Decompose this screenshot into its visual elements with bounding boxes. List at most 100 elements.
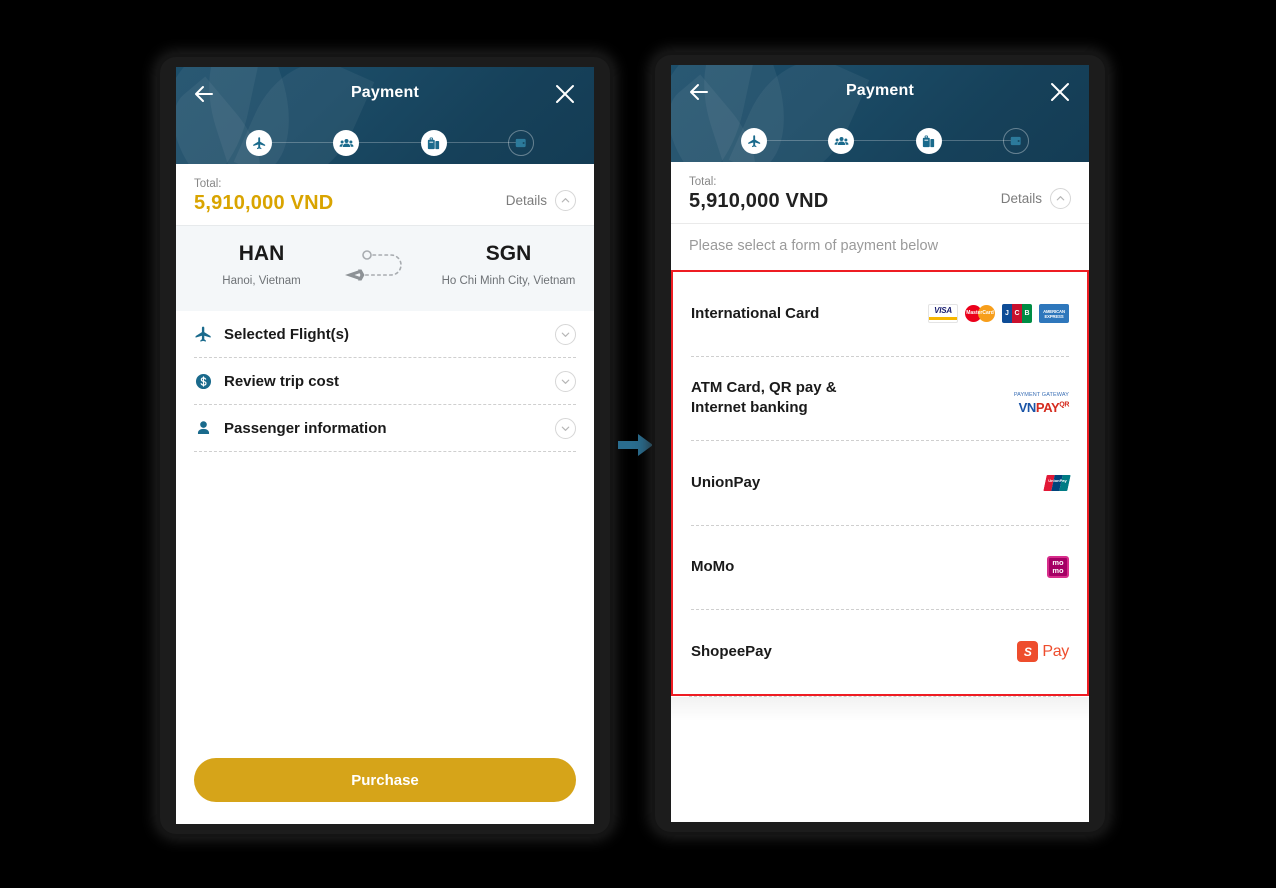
- details-toggle[interactable]: Details: [1001, 188, 1071, 209]
- vnpay-qr: QR: [1059, 401, 1069, 409]
- shopeepay-logo: S Pay: [1017, 641, 1069, 663]
- momo-logo: mo mo: [1047, 556, 1069, 579]
- total-label: Total:: [194, 178, 222, 190]
- arrow-right-icon: [618, 432, 654, 458]
- chevron-down-icon[interactable]: [555, 370, 576, 392]
- step-flight[interactable]: [246, 130, 272, 156]
- payment-method-label: UnionPay: [691, 473, 761, 491]
- details-label: Details: [505, 193, 547, 208]
- payment-method-international-card[interactable]: International Card VISA MasterCard J C B…: [673, 272, 1087, 356]
- vnpay-tagline: PAYMENT GATEWAY: [1013, 391, 1069, 398]
- purchase-area: Purchase: [194, 758, 576, 802]
- app-screen-right: Payment Total: 5,910,000 VND Details Ple…: [671, 65, 1089, 822]
- mastercard-logo: MasterCard: [965, 304, 995, 323]
- airplane-icon: [252, 136, 265, 149]
- close-icon[interactable]: [1047, 79, 1073, 105]
- app-screen-left: Payment Total: 5,910,000 VND Details HAN…: [176, 67, 594, 824]
- total-label: Total:: [689, 176, 717, 188]
- airplane-icon: [194, 325, 224, 344]
- screenshot-canvas: Payment Total: 5,910,000 VND Details HAN…: [0, 0, 1276, 888]
- jcb-letter-b: B: [1022, 304, 1032, 324]
- payment-method-label: MoMo: [691, 558, 735, 576]
- chevron-down-icon[interactable]: [555, 323, 576, 345]
- vnpay-vn: VN: [1018, 399, 1037, 415]
- payment-method-label-line2: Internet banking: [691, 399, 808, 417]
- total-summary-bar: Total: 5,910,000 VND Details: [671, 162, 1089, 223]
- step-flight[interactable]: [741, 128, 767, 154]
- amex-logo: AMERICAN EXPRESS: [1039, 304, 1069, 324]
- chevron-down-icon[interactable]: [555, 417, 576, 439]
- payment-method-shopeepay[interactable]: ShopeePay S Pay: [673, 610, 1087, 694]
- progress-stepper: [741, 120, 1029, 162]
- app-header-right: Payment: [671, 65, 1089, 162]
- chevron-up-icon[interactable]: [1050, 188, 1071, 209]
- divider: [194, 451, 576, 452]
- baggage-icon: [923, 134, 935, 147]
- step-passengers[interactable]: [333, 130, 360, 156]
- destination-code: SGN: [485, 242, 532, 265]
- payment-method-atm-qr-internet-banking[interactable]: ATM Card, QR pay & Internet banking PAYM…: [673, 357, 1087, 441]
- vnpay-wordmark: VNPAYQR: [1014, 399, 1070, 415]
- phone-mockup-left: Payment Total: 5,910,000 VND Details HAN…: [160, 57, 610, 834]
- section-label: Passenger information: [224, 419, 387, 437]
- card-brand-logos: S Pay: [1017, 641, 1069, 663]
- jcb-letter-c: C: [1012, 304, 1022, 324]
- airplane-icon: [747, 134, 760, 147]
- amex-wordmark: AMERICAN EXPRESS: [1043, 308, 1065, 319]
- app-header-left: Payment: [176, 67, 594, 164]
- close-icon[interactable]: [552, 81, 578, 107]
- person-icon: [194, 419, 224, 438]
- purchase-button[interactable]: Purchase: [194, 758, 576, 802]
- details-label: Details: [1000, 191, 1042, 206]
- section-selected-flights[interactable]: Selected Flight(s): [194, 311, 576, 357]
- header-bar: Payment: [176, 67, 594, 122]
- visa-wordmark: VISA: [934, 306, 952, 316]
- payment-method-label: ATM Card, QR pay & Internet banking: [691, 378, 1014, 419]
- vnpay-logo: PAYMENT GATEWAY VNPAYQR: [1013, 383, 1070, 415]
- page-title: Payment: [350, 84, 420, 101]
- step-baggage[interactable]: [915, 128, 942, 154]
- payment-method-list: International Card VISA MasterCard J C B…: [671, 270, 1089, 696]
- section-review-trip-cost[interactable]: Review trip cost: [194, 358, 576, 404]
- origin-city: Hanoi, Vietnam: [222, 275, 301, 287]
- shopee-mark: S: [1017, 641, 1039, 663]
- route-origin: HAN Hanoi, Vietnam: [186, 242, 337, 288]
- payment-method-label: ShopeePay: [691, 642, 772, 660]
- progress-stepper: [246, 122, 534, 164]
- people-icon: [339, 138, 354, 147]
- section-label: Selected Flight(s): [224, 325, 350, 343]
- route-strip: HAN Hanoi, Vietnam SGN Ho Chi Minh City,…: [176, 225, 594, 311]
- details-toggle[interactable]: Details: [506, 190, 576, 211]
- shopee-pay-word: Pay: [1042, 642, 1069, 660]
- baggage-icon: [428, 136, 440, 149]
- destination-city: Ho Chi Minh City, Vietnam: [441, 275, 576, 287]
- step-passengers[interactable]: [828, 128, 855, 154]
- section-label: Review trip cost: [224, 372, 340, 390]
- unionpay-wordmark: UnionPay: [1048, 477, 1067, 483]
- mastercard-wordmark: MasterCard: [966, 310, 994, 317]
- chevron-up-icon[interactable]: [555, 190, 576, 211]
- payment-method-unionpay[interactable]: UnionPay UnionPay: [673, 441, 1087, 525]
- step-baggage[interactable]: [420, 130, 447, 156]
- momo-line2: mo: [1052, 566, 1064, 576]
- visa-gold-bar: [929, 317, 957, 321]
- jcb-logo: J C B: [1002, 304, 1032, 324]
- total-summary-bar: Total: 5,910,000 VND Details: [176, 164, 594, 225]
- payment-method-momo[interactable]: MoMo mo mo: [673, 526, 1087, 610]
- header-bar: Payment: [671, 65, 1089, 120]
- accordion-list: Selected Flight(s) Review trip cost Pass…: [176, 311, 594, 452]
- people-icon: [834, 136, 849, 145]
- round-trip-plane-icon: [337, 242, 433, 296]
- step-payment[interactable]: [507, 130, 534, 156]
- step-payment[interactable]: [1002, 128, 1029, 154]
- jcb-letter-j: J: [1002, 304, 1012, 324]
- payment-method-label-line1: ATM Card, QR pay &: [691, 379, 837, 396]
- payment-method-label: International Card: [691, 304, 820, 322]
- origin-code: HAN: [238, 242, 285, 265]
- unionpay-logo: UnionPay: [1043, 474, 1071, 491]
- payment-hint: Please select a form of payment below: [671, 223, 1089, 270]
- section-passenger-information[interactable]: Passenger information: [194, 405, 576, 451]
- page-title: Payment: [845, 82, 915, 99]
- card-brand-logos: UnionPay: [1043, 474, 1071, 491]
- phone-mockup-right: Payment Total: 5,910,000 VND Details Ple…: [655, 55, 1105, 832]
